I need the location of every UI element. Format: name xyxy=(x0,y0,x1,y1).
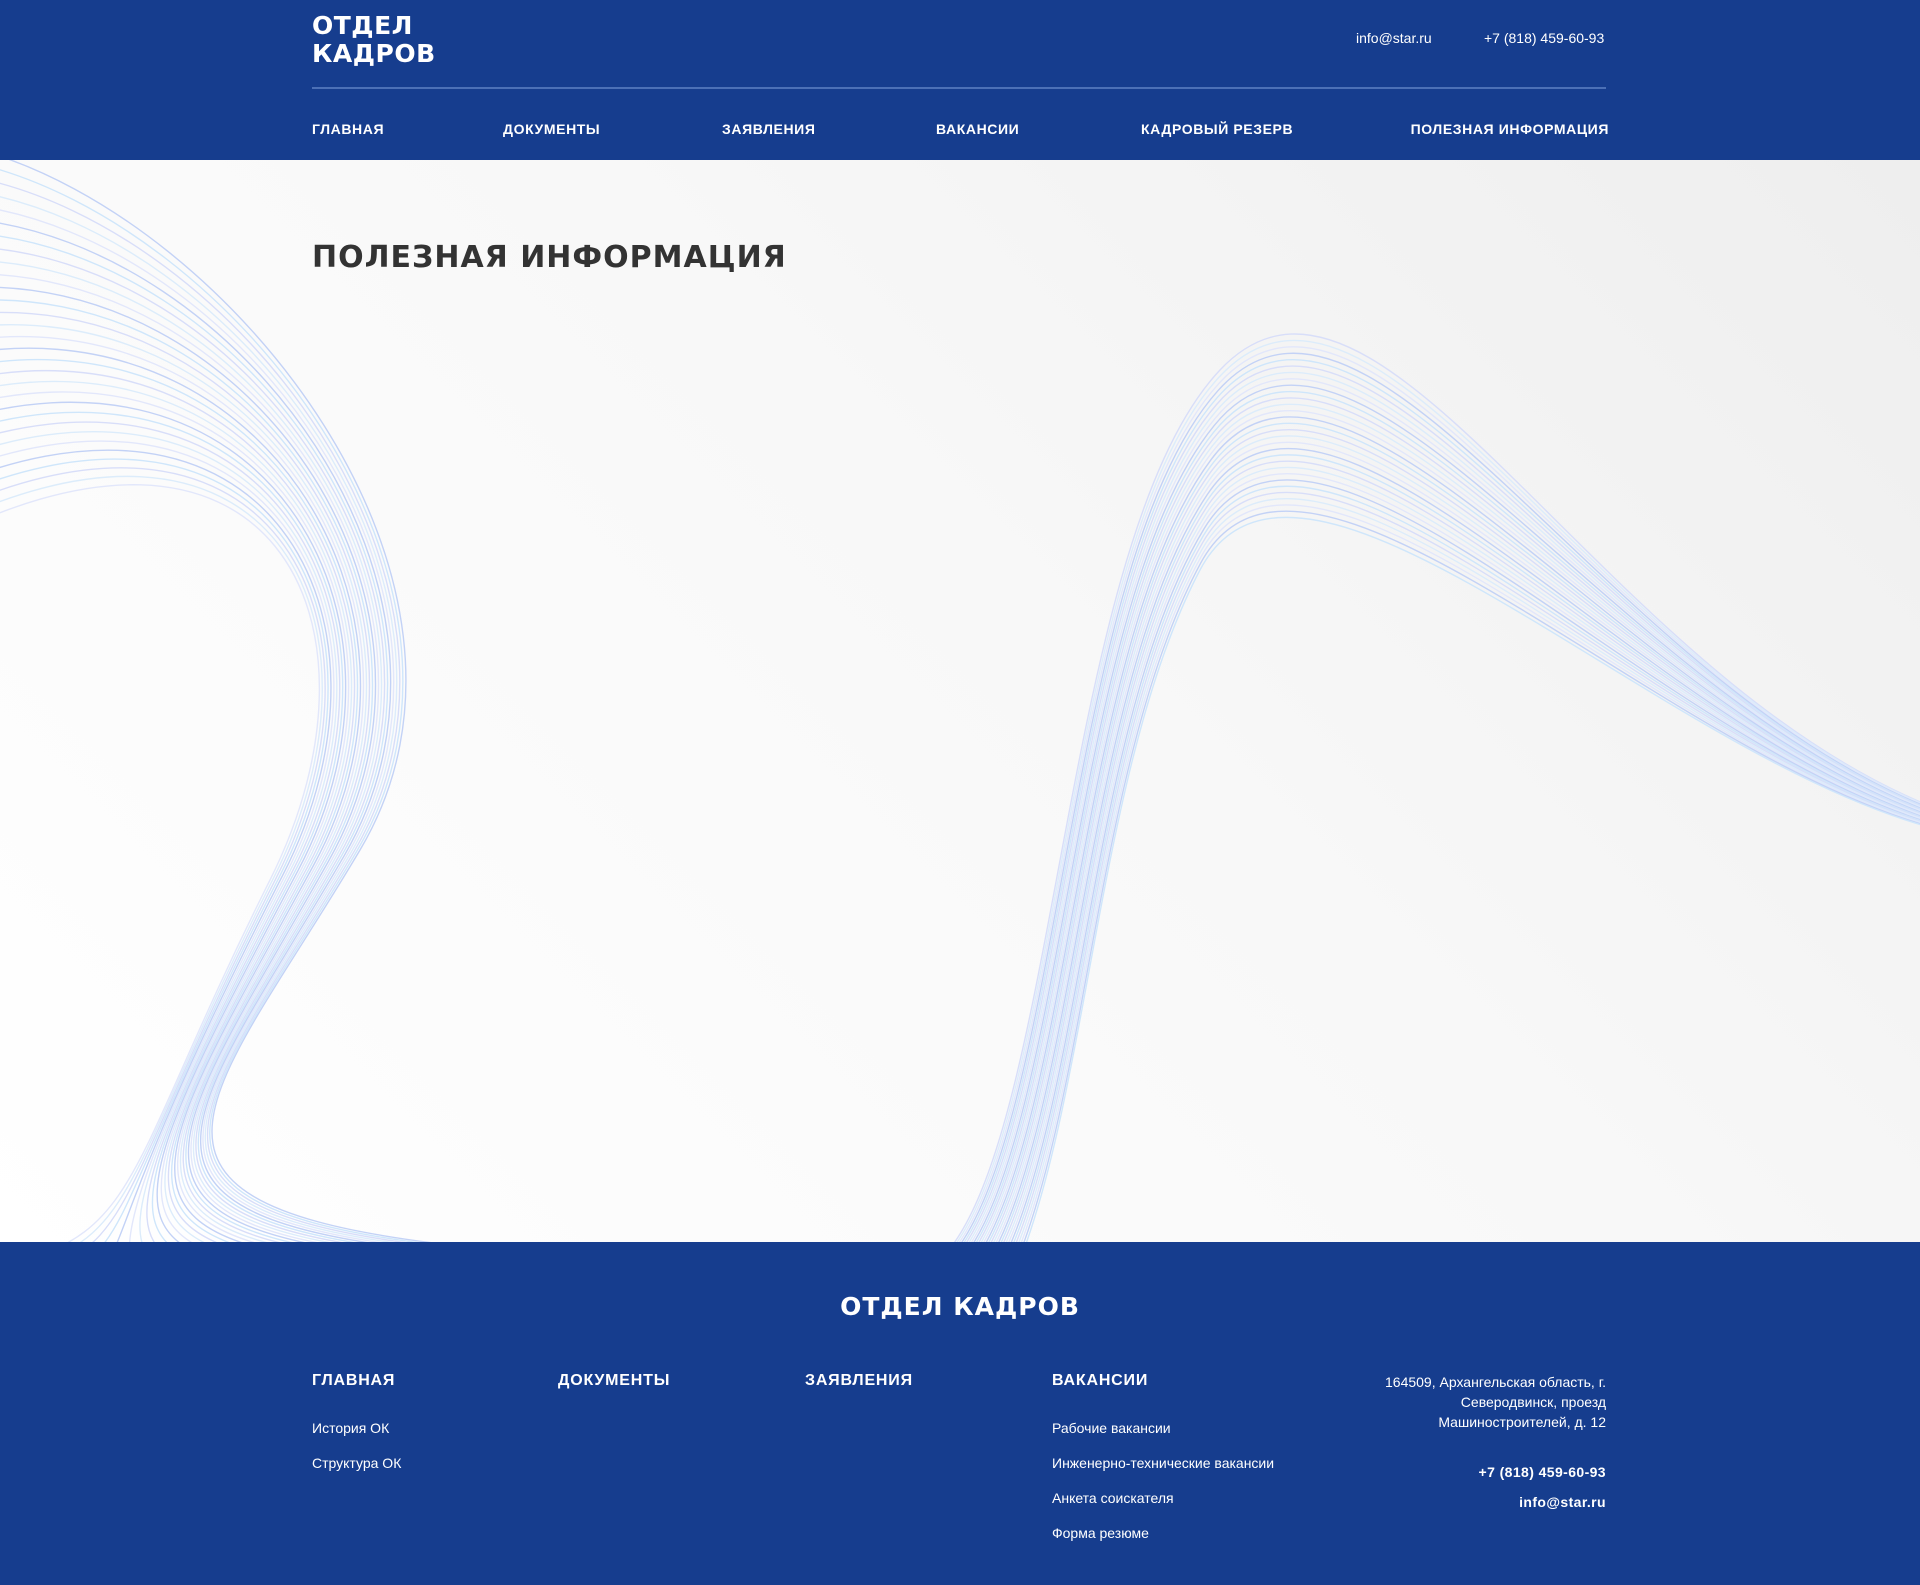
main-nav: ГЛАВНАЯ ДОКУМЕНТЫ ЗАЯВЛЕНИЯ ВАКАНСИИ КАД… xyxy=(312,121,1609,141)
footer-address: 164509, Архангельская область, г. Северо… xyxy=(1385,1374,1606,1430)
logo-line-1: ОТДЕЛ xyxy=(312,11,413,40)
list-item: Анкета соискателя xyxy=(1052,1490,1274,1525)
wave-line xyxy=(963,358,1920,1242)
footer-link-worker-vacancies[interactable]: Рабочие вакансии xyxy=(1052,1420,1171,1436)
list-item: Инженерно-технические вакансии xyxy=(1052,1455,1274,1490)
footer-phone-link[interactable]: +7 (818) 459-60-93 xyxy=(1346,1462,1606,1482)
wave-line xyxy=(0,431,338,1242)
footer-email-link[interactable]: info@star.ru xyxy=(1346,1492,1606,1512)
wave-line xyxy=(1013,485,1920,1242)
page-title: ПОЛЕЗНАЯ ИНФОРМАЦИЯ xyxy=(312,240,787,275)
wave-line xyxy=(0,196,398,1242)
wave-line xyxy=(990,429,1920,1242)
footer-column-title[interactable]: ЗАЯВЛЕНИЯ xyxy=(805,1372,913,1390)
footer-column-title[interactable]: ДОКУМЕНТЫ xyxy=(558,1372,670,1390)
footer-link-list: История ОК Структура ОК xyxy=(312,1420,401,1490)
list-item: Форма резюме xyxy=(1052,1525,1274,1560)
site-header: ОТДЕЛ КАДРОВ info@star.ru +7 (818) 459-6… xyxy=(0,0,1920,160)
footer-column-vacancies: ВАКАНСИИ Рабочие вакансии Инженерно-техн… xyxy=(1052,1372,1274,1560)
footer-column-applications: ЗАЯВЛЕНИЯ xyxy=(805,1372,913,1420)
footer-link-structure[interactable]: Структура ОК xyxy=(312,1455,401,1471)
logo-line-2: КАДРОВ xyxy=(312,39,436,68)
nav-item-home[interactable]: ГЛАВНАЯ xyxy=(312,121,384,137)
footer-logo[interactable]: ОТДЕЛ КАДРОВ xyxy=(0,1292,1920,1321)
wave-left xyxy=(0,160,432,1242)
footer-column-documents: ДОКУМЕНТЫ xyxy=(558,1372,670,1420)
decorative-waves xyxy=(0,160,1920,1242)
wave-line xyxy=(0,449,332,1242)
wave-line xyxy=(978,397,1920,1242)
nav-item-useful-info[interactable]: ПОЛЕЗНАЯ ИНФОРМАЦИЯ xyxy=(1411,121,1609,137)
wave-line xyxy=(1023,510,1920,1242)
list-item: История ОК xyxy=(312,1420,401,1455)
wave-line xyxy=(1015,491,1920,1242)
nav-item-personnel-reserve[interactable]: КАДРОВЫЙ РЕЗЕРВ xyxy=(1141,121,1293,137)
wave-line xyxy=(0,440,335,1242)
wave-line xyxy=(0,484,321,1242)
footer-column-home: ГЛАВНАЯ История ОК Структура ОК xyxy=(312,1372,401,1490)
wave-line xyxy=(1005,466,1920,1242)
list-item: Рабочие вакансии xyxy=(1052,1420,1274,1455)
wave-line xyxy=(0,467,326,1242)
header-divider xyxy=(312,87,1606,89)
footer-link-engineering-vacancies[interactable]: Инженерно-технические вакансии xyxy=(1052,1455,1274,1471)
nav-item-applications[interactable]: ЗАЯВЛЕНИЯ xyxy=(722,121,816,137)
footer-column-title[interactable]: ГЛАВНАЯ xyxy=(312,1372,401,1390)
main-content: ПОЛЕЗНАЯ ИНФОРМАЦИЯ xyxy=(0,160,1920,1242)
list-item: Структура ОК xyxy=(312,1455,401,1490)
wave-line xyxy=(0,182,406,1242)
footer-link-history[interactable]: История ОК xyxy=(312,1420,389,1436)
footer-link-list: Рабочие вакансии Инженерно-технические в… xyxy=(1052,1420,1274,1560)
wave-line xyxy=(993,435,1920,1242)
header-email-link[interactable]: info@star.ru xyxy=(1356,30,1432,46)
nav-item-vacancies[interactable]: ВАКАНСИИ xyxy=(936,121,1019,137)
footer-contacts: 164509, Архангельская область, г. Северо… xyxy=(1346,1372,1606,1512)
footer-link-applicant-form[interactable]: Анкета соискателя xyxy=(1052,1490,1174,1506)
header-phone-link[interactable]: +7 (818) 459-60-93 xyxy=(1484,30,1604,46)
wave-right xyxy=(953,333,1920,1242)
wave-line xyxy=(0,169,419,1242)
nav-item-documents[interactable]: ДОКУМЕНТЫ xyxy=(503,121,600,137)
site-footer: ОТДЕЛ КАДРОВ ГЛАВНАЯ История ОК Структур… xyxy=(0,1242,1920,1585)
footer-column-title[interactable]: ВАКАНСИИ xyxy=(1052,1372,1274,1390)
wave-line xyxy=(970,378,1920,1242)
footer-link-resume-form[interactable]: Форма резюме xyxy=(1052,1525,1149,1541)
wave-line xyxy=(988,422,1920,1242)
wave-line xyxy=(1003,460,1920,1242)
logo[interactable]: ОТДЕЛ КАДРОВ xyxy=(312,12,436,68)
